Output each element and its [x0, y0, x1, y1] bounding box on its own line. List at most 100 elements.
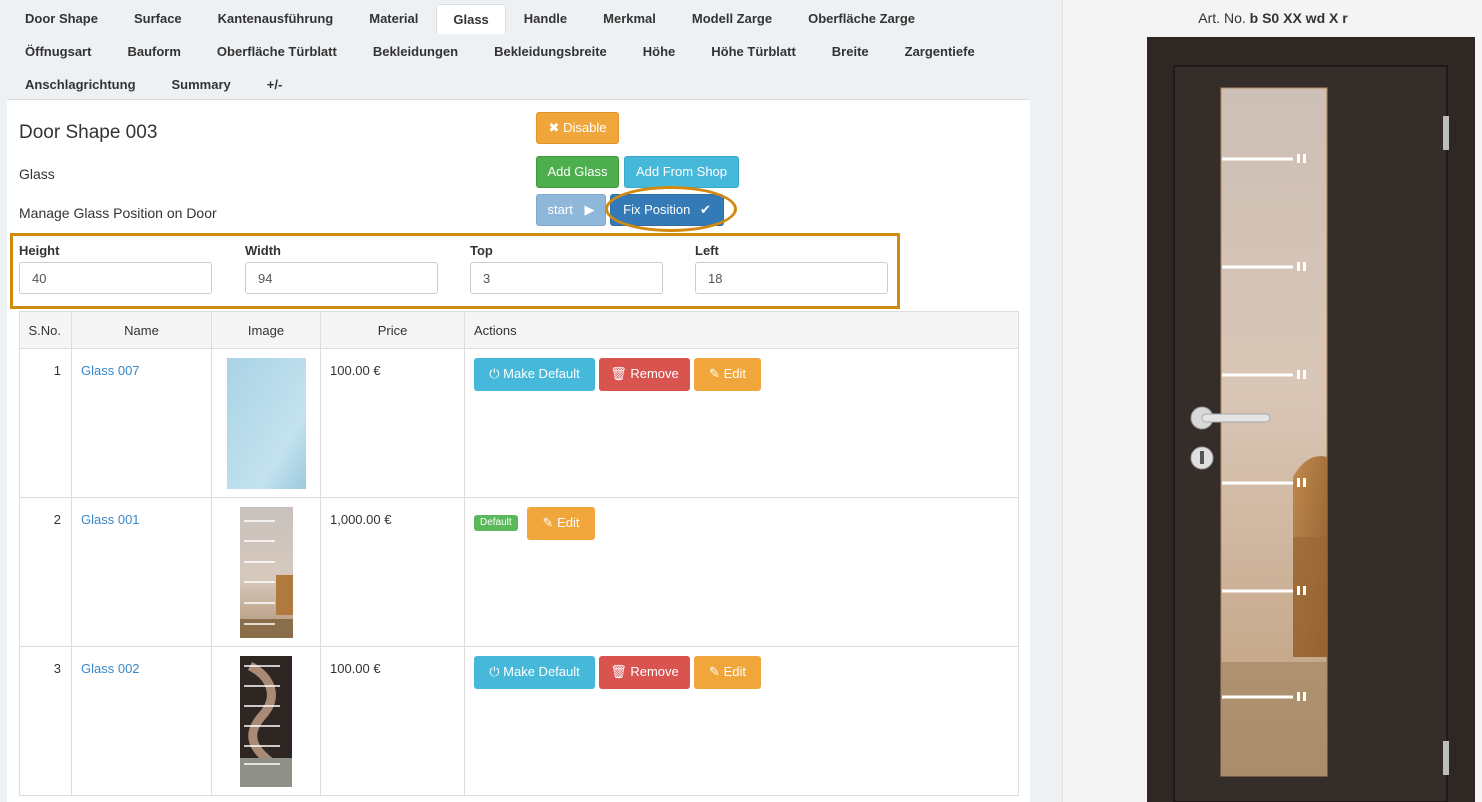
tab-bekleidungsbreite[interactable]: Bekleidungsbreite [476, 37, 625, 67]
column-header-image: Image [211, 311, 321, 349]
default-badge: Default [474, 515, 518, 531]
row-actions-cell: Default ✎ Edit [464, 497, 1019, 647]
section-heading: Manage Glass Position on Door [19, 205, 217, 221]
glass-tab-content: Door Shape 003 Glass Manage Glass Positi… [7, 99, 1030, 802]
row-sno: 3 [19, 646, 72, 796]
tab-row-3: Anschlagrichtung Summary +/- [7, 68, 1030, 101]
column-header-name: Name [71, 311, 212, 349]
disable-button[interactable]: ✖ Disable [536, 112, 619, 144]
make-default-label: Make Default [503, 366, 580, 381]
article-number: Art. No. b S0 XX wd X r [1063, 10, 1482, 26]
height-input[interactable] [19, 262, 212, 294]
trash-icon: 🗑 [610, 664, 627, 679]
door-glass-panel [1220, 87, 1328, 777]
table-header-row: S.No. Name Image Price Actions [19, 311, 1019, 349]
edit-button[interactable]: ✎ Edit [527, 507, 595, 540]
remove-button[interactable]: 🗑 Remove [599, 656, 690, 689]
article-number-prefix: Art. No. [1198, 10, 1246, 26]
add-glass-button[interactable]: Add Glass [536, 156, 619, 188]
row-name-cell: Glass 007 [71, 348, 212, 498]
tab-hoehe-tuerblatt[interactable]: Höhe Türblatt [693, 37, 814, 67]
tab-glass[interactable]: Glass [436, 3, 506, 34]
tab-oberflaeche-tuerblatt[interactable]: Oberfläche Türblatt [199, 37, 355, 67]
tab-plus-minus[interactable]: +/- [249, 70, 301, 100]
row-image-cell [211, 348, 321, 498]
tab-bekleidungen[interactable]: Bekleidungen [355, 37, 476, 67]
edit-label: Edit [723, 366, 746, 381]
column-header-price: Price [320, 311, 465, 349]
make-default-button[interactable]: ⏻ Make Default [474, 656, 595, 689]
row-sno: 2 [19, 497, 72, 647]
top-input[interactable] [470, 262, 663, 294]
tab-material[interactable]: Material [351, 4, 436, 34]
glass-name-link[interactable]: Glass 001 [81, 512, 140, 527]
edit-button[interactable]: ✎ Edit [694, 656, 761, 689]
row-actions-cell: ⏻ Make Default 🗑 Remove ✎ Edit [464, 348, 1019, 498]
column-header-sno: S.No. [19, 311, 72, 349]
tab-oberflaeche-zarge[interactable]: Oberfläche Zarge [790, 4, 933, 34]
row-name-cell: Glass 001 [71, 497, 212, 647]
tab-kantenausfuehrung[interactable]: Kantenausführung [200, 4, 352, 34]
door-preview [1147, 37, 1475, 802]
tab-zargentiefe[interactable]: Zargentiefe [887, 37, 993, 67]
start-button[interactable]: start ▶ [536, 194, 606, 226]
edit-label: Edit [557, 515, 580, 530]
row-image-cell [211, 646, 321, 796]
edit-icon: ✎ [709, 366, 720, 381]
remove-button[interactable]: 🗑 Remove [599, 358, 690, 391]
tab-modell-zarge[interactable]: Modell Zarge [674, 4, 790, 34]
tab-oeffnungsart[interactable]: Öffnugsart [7, 37, 109, 67]
play-icon: ▶ [584, 202, 595, 217]
height-label: Height [19, 243, 60, 258]
column-header-actions: Actions [464, 311, 1019, 349]
edit-icon: ✎ [709, 664, 720, 679]
row-actions-cell: ⏻ Make Default 🗑 Remove ✎ Edit [464, 646, 1019, 796]
tab-bauform[interactable]: Bauform [109, 37, 198, 67]
tab-door-shape[interactable]: Door Shape [7, 4, 116, 34]
row-image-cell [211, 497, 321, 647]
left-input[interactable] [695, 262, 888, 294]
width-label: Width [245, 243, 281, 258]
glass-thumbnail [226, 358, 306, 489]
row-price: 100.00 € [320, 348, 465, 498]
tab-anschlagrichtung[interactable]: Anschlagrichtung [7, 70, 154, 100]
start-label: start [547, 202, 573, 217]
tab-hoehe[interactable]: Höhe [625, 37, 694, 67]
glass-table: S.No. Name Image Price Actions 1 Glass 0… [19, 311, 1019, 796]
row-price: 100.00 € [320, 646, 465, 796]
glass-name-link[interactable]: Glass 007 [81, 363, 140, 378]
tab-handle[interactable]: Handle [506, 4, 585, 34]
editor-panel: Door Shape Surface Kantenausführung Mate… [0, 0, 1040, 802]
tab-breite[interactable]: Breite [814, 37, 887, 67]
table-row: 1 Glass 007 100.00 € ⏻ Make Default 🗑 Re… [19, 348, 1019, 498]
left-label: Left [695, 243, 719, 258]
section-subtitle: Glass [19, 166, 55, 182]
tab-surface[interactable]: Surface [116, 4, 200, 34]
tab-row-2: Öffnugsart Bauform Oberfläche Türblatt B… [7, 35, 1030, 68]
row-price: 1,000.00 € [320, 497, 465, 647]
edit-icon: ✎ [542, 515, 554, 530]
add-from-shop-button[interactable]: Add From Shop [624, 156, 739, 188]
power-icon: ⏻ [489, 366, 500, 381]
edit-label: Edit [723, 664, 746, 679]
tab-merkmal[interactable]: Merkmal [585, 4, 674, 34]
make-default-button[interactable]: ⏻ Make Default [474, 358, 595, 391]
trash-icon: 🗑 [610, 366, 627, 381]
row-name-cell: Glass 002 [71, 646, 212, 796]
close-icon: ✖ [548, 120, 560, 135]
top-label: Top [470, 243, 493, 258]
disable-label: Disable [563, 120, 607, 135]
glass-thumbnail [240, 656, 292, 787]
glass-name-link[interactable]: Glass 002 [81, 661, 140, 676]
width-input[interactable] [245, 262, 438, 294]
tab-bar: Door Shape Surface Kantenausführung Mate… [7, 2, 1030, 101]
tab-row-1: Door Shape Surface Kantenausführung Mate… [7, 2, 1030, 35]
door-lock-icon [1190, 446, 1214, 470]
remove-label: Remove [630, 366, 679, 381]
tab-summary[interactable]: Summary [154, 70, 249, 100]
door-preview-panel: Art. No. b S0 XX wd X r [1062, 0, 1482, 802]
fix-position-highlight [605, 186, 737, 232]
remove-label: Remove [630, 664, 679, 679]
table-row: 2 Glass 001 1,000.00 € Default ✎ Edit [19, 497, 1019, 647]
edit-button[interactable]: ✎ Edit [694, 358, 761, 391]
